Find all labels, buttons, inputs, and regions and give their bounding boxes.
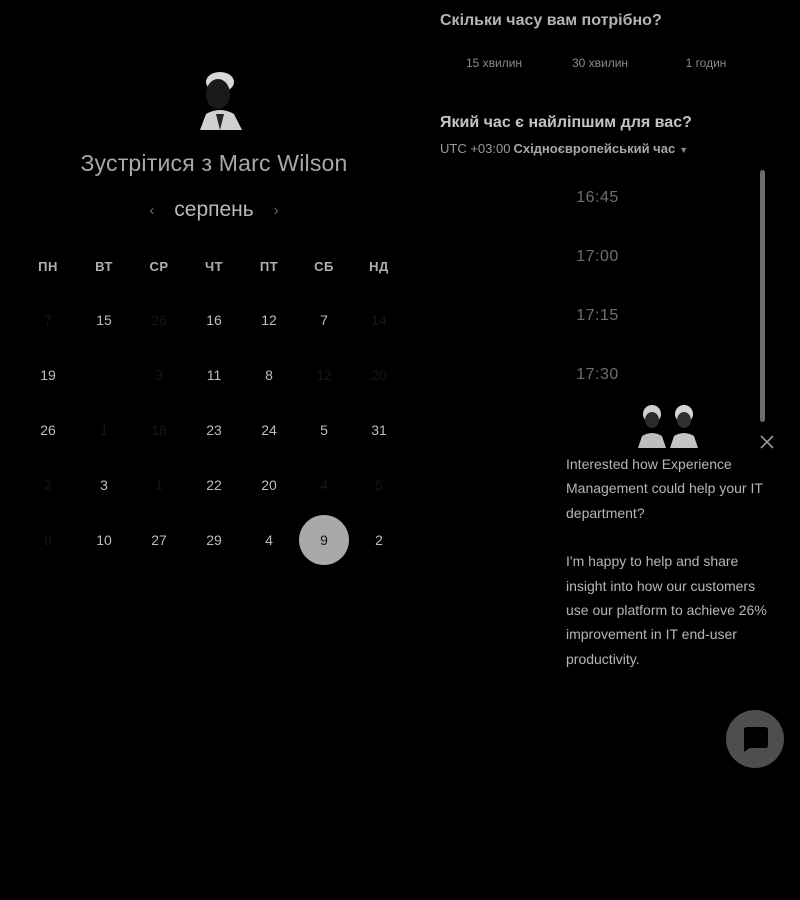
- calendar-day[interactable]: 8: [244, 350, 294, 400]
- timezone-offset: UTC +03:00: [440, 141, 511, 156]
- calendar-day: 3: [155, 367, 163, 383]
- month-navigator: ‹ серпень ›: [0, 198, 428, 226]
- timezone-selector[interactable]: UTC +03:00 Східноєвропейський час ▼: [440, 141, 688, 156]
- next-month-icon[interactable]: ›: [266, 202, 286, 219]
- calendar-day: 12: [316, 367, 332, 383]
- calendar-day: 1: [100, 422, 108, 438]
- calendar-day: 20: [371, 367, 387, 383]
- time-slot[interactable]: 17:00: [540, 248, 655, 266]
- calendar-day[interactable]: 23: [189, 405, 239, 455]
- time-slot[interactable]: 16:45: [540, 189, 655, 207]
- weekday-label: НД: [369, 259, 389, 274]
- time-slot[interactable]: 17:30: [540, 366, 655, 384]
- timezone-name: Східноєвропейський час: [513, 141, 676, 156]
- calendar-day: 4: [320, 477, 328, 493]
- calendar-day[interactable]: 4: [244, 515, 294, 565]
- chat-message-paragraph: I'm happy to help and share insight into…: [566, 553, 767, 667]
- calendar-day: 1: [155, 477, 163, 493]
- calendar-day[interactable]: 31: [354, 405, 404, 455]
- chat-bubble-icon: [744, 727, 768, 752]
- close-icon[interactable]: [758, 433, 776, 451]
- chat-launcher-button[interactable]: [726, 710, 784, 768]
- calendar-day-selected[interactable]: 9: [299, 515, 349, 565]
- calendar-day[interactable]: 10: [79, 515, 129, 565]
- calendar-day[interactable]: 2: [354, 515, 404, 565]
- calendar-day: 7: [44, 312, 52, 328]
- prev-month-icon[interactable]: ‹: [142, 202, 162, 219]
- weekday-label: ВТ: [95, 259, 113, 274]
- calendar-day: 18: [151, 422, 167, 438]
- duration-option-30[interactable]: 30 хвилин: [545, 56, 655, 70]
- calendar-day[interactable]: 15: [79, 295, 129, 345]
- time-slot[interactable]: 17:15: [540, 307, 655, 325]
- time-question: Який час є найліпшим для вас?: [440, 114, 692, 131]
- weekday-label: ПН: [38, 259, 58, 274]
- meeting-title: Зустрітися з Marc Wilson: [80, 150, 348, 176]
- calendar-day[interactable]: 5: [299, 405, 349, 455]
- duration-option-15[interactable]: 15 хвилин: [439, 56, 549, 70]
- calendar-day[interactable]: 11: [189, 350, 239, 400]
- calendar-day[interactable]: 27: [134, 515, 184, 565]
- calendar-day: 9: [44, 532, 52, 548]
- duration-option-60[interactable]: 1 годин: [651, 56, 761, 70]
- calendar-day[interactable]: 29: [189, 515, 239, 565]
- chat-message: Interested how Experience Management cou…: [566, 452, 771, 671]
- calendar-day: [79, 350, 129, 400]
- calendar-day: 26: [151, 312, 167, 328]
- calendar-day: 2: [44, 477, 52, 493]
- calendar-day[interactable]: 16: [189, 295, 239, 345]
- calendar-day[interactable]: 26: [23, 405, 73, 455]
- weekday-label: СР: [149, 259, 169, 274]
- duration-question: Скільки часу вам потрібно?: [440, 12, 662, 29]
- chevron-down-icon: ▼: [679, 145, 689, 155]
- month-label: серпень: [174, 198, 254, 221]
- calendar-day[interactable]: 3: [79, 460, 129, 510]
- weekday-label: СБ: [314, 259, 334, 274]
- weekday-label: ПТ: [259, 259, 279, 274]
- calendar-day[interactable]: 19: [23, 350, 73, 400]
- calendar-day[interactable]: 22: [189, 460, 239, 510]
- time-slot-scrollbar[interactable]: [760, 170, 765, 422]
- calendar-day: 5: [375, 477, 383, 493]
- chat-message-paragraph: Interested how Experience Management cou…: [566, 456, 763, 521]
- calendar-day[interactable]: 7: [299, 295, 349, 345]
- calendar-day[interactable]: 20: [244, 460, 294, 510]
- chat-agent-avatars: [636, 402, 706, 448]
- weekday-label: ЧТ: [204, 259, 224, 274]
- calendar-day: 14: [371, 312, 387, 328]
- host-avatar: [196, 64, 246, 130]
- calendar-day[interactable]: 24: [244, 405, 294, 455]
- calendar-day[interactable]: 12: [244, 295, 294, 345]
